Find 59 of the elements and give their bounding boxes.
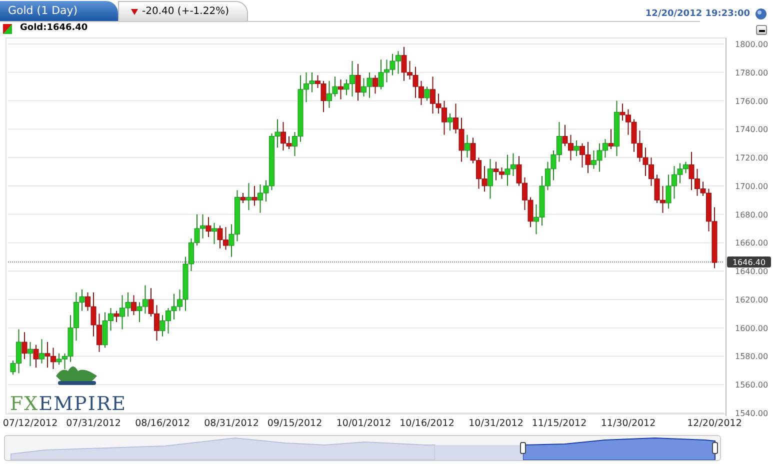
x-axis-label: 07/12/2012	[2, 418, 58, 429]
falling-candle	[355, 63, 361, 102]
y-axis-label: 1760.00	[735, 96, 768, 106]
crown-logo-icon	[56, 366, 97, 385]
x-axis-label: 10/16/2012	[400, 418, 454, 429]
x-axis-label: 10/31/2012	[468, 418, 524, 429]
y-axis-label: 1660.00	[735, 238, 768, 248]
x-axis-label: 08/16/2012	[135, 418, 190, 429]
rising-candle	[447, 113, 453, 132]
rising-candle	[28, 342, 33, 367]
x-axis-label: 07/31/2012	[66, 418, 121, 429]
x-axis-label: 11/30/2012	[600, 418, 656, 429]
y-axis-label: 1560.00	[735, 380, 768, 390]
y-axis-label: 1600.00	[735, 324, 768, 333]
y-axis-label: 1700.00	[735, 182, 768, 191]
falling-candle	[252, 185, 258, 206]
rising-candle	[212, 222, 217, 245]
falling-candle	[206, 216, 212, 238]
tab[interactable]: Gold (1 Day)	[0, 1, 118, 21]
falling-candle	[338, 78, 344, 100]
falling-candle	[33, 344, 39, 368]
rising-candle	[488, 158, 493, 200]
rising-candle	[614, 100, 620, 157]
x-axis-label: 12/20/2012	[687, 418, 742, 429]
legend-icon	[3, 24, 12, 34]
rising-candle	[424, 86, 430, 102]
rising-candle	[246, 182, 252, 211]
y-axis-label: 1800.00	[735, 40, 768, 49]
y-axis-label: 1640.00	[735, 267, 768, 276]
x-axis-label: 08/31/2012	[204, 418, 259, 429]
y-axis-label: 1720.00	[735, 154, 768, 163]
falling-candle	[372, 74, 378, 94]
y-axis-label: 1620.00	[735, 295, 768, 304]
logo-text: FXEMPIRE	[10, 395, 127, 414]
falling-candle	[131, 294, 136, 316]
tab[interactable]: -20.40 (+-1.22%)	[118, 1, 248, 21]
y-axis-label: 1680.00	[735, 210, 768, 220]
falling-candle	[608, 128, 614, 150]
ref-line-label: 1646.40	[732, 258, 766, 267]
y-axis-label: 1740.00	[735, 125, 768, 134]
rising-candle	[574, 140, 580, 157]
rising-candle	[39, 338, 44, 364]
legend-label: Gold:1646.40	[20, 22, 88, 36]
range-handle[interactable]	[712, 442, 718, 454]
price-tag: 1646.40	[727, 256, 771, 268]
falling-candle	[240, 192, 246, 204]
y-axis-label: 1540.00	[735, 409, 768, 418]
globe-icon[interactable]	[755, 8, 767, 20]
range-handle[interactable]	[520, 442, 526, 454]
timestamp: 12/20/2012 19:23:00	[645, 8, 750, 21]
minimize-button[interactable]	[756, 25, 767, 35]
rising-candle	[464, 134, 470, 158]
x-axis-label: 09/15/2012	[267, 418, 322, 429]
y-axis-label: 1580.00	[735, 352, 768, 362]
y-axis-label: 1780.00	[735, 68, 768, 78]
x-axis-label: 11/15/2012	[532, 418, 587, 429]
falling-candle	[114, 310, 120, 323]
falling-candle	[22, 332, 28, 360]
x-axis-label: 10/01/2012	[336, 418, 392, 429]
